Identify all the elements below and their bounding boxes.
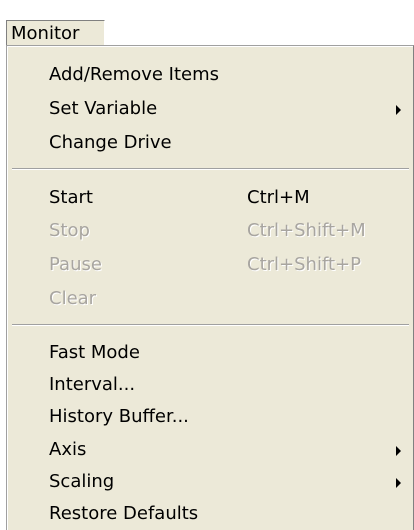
menu-item-label: Fast Mode [49, 342, 140, 363]
menu-item-shortcut: Ctrl+M [247, 187, 310, 208]
menu-item-add-remove-items[interactable]: Add/Remove Items [8, 59, 413, 91]
monitor-menu: Add/Remove Items Set Variable Change Dri… [6, 45, 414, 530]
menu-item-label: Clear [49, 288, 97, 309]
menu-separator [12, 324, 409, 326]
menu-separator [12, 168, 409, 170]
menu-item-label: Pause [49, 254, 102, 275]
submenu-arrow-icon [396, 105, 401, 115]
menu-item-label: History Buffer... [49, 406, 189, 427]
menubar-monitor[interactable]: Monitor [6, 20, 105, 46]
menu-item-label: Set Variable [49, 98, 158, 119]
menu-item-label: Scaling [49, 471, 115, 492]
menu-item-scaling[interactable]: Scaling [8, 466, 413, 498]
menu-item-change-drive[interactable]: Change Drive [8, 127, 413, 159]
submenu-arrow-icon [396, 478, 401, 488]
menu-item-shortcut: Ctrl+Shift+M [247, 220, 366, 241]
menu-item-interval[interactable]: Interval... [8, 369, 413, 401]
menu-item-label: Restore Defaults [49, 503, 199, 524]
menu-item-label: Axis [49, 439, 87, 460]
menu-item-history-buffer[interactable]: History Buffer... [8, 401, 413, 433]
menu-item-label: Add/Remove Items [49, 64, 220, 85]
menu-item-start[interactable]: Start Ctrl+M [8, 182, 413, 214]
menu-item-restore-defaults[interactable]: Restore Defaults [8, 498, 413, 530]
submenu-arrow-icon [396, 446, 401, 456]
menu-item-set-variable[interactable]: Set Variable [8, 93, 413, 125]
menu-item-label: Change Drive [49, 132, 172, 153]
menu-item-label: Stop [49, 220, 90, 241]
menu-item-label: Interval... [49, 374, 136, 395]
menu-item-fast-mode[interactable]: Fast Mode [8, 337, 413, 369]
menu-item-label: Start [49, 187, 93, 208]
menu-item-stop: Stop Ctrl+Shift+M [8, 215, 413, 247]
menu-item-clear: Clear [8, 283, 413, 315]
menu-item-pause: Pause Ctrl+Shift+P [8, 249, 413, 281]
menu-item-axis[interactable]: Axis [8, 434, 413, 466]
menu-item-shortcut: Ctrl+Shift+P [247, 254, 361, 275]
menubar-monitor-label: Monitor [11, 23, 80, 44]
